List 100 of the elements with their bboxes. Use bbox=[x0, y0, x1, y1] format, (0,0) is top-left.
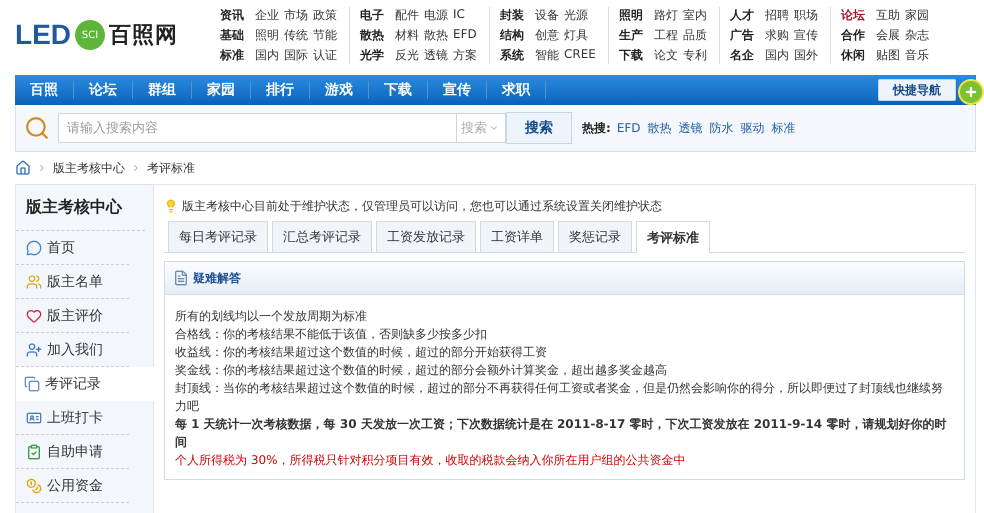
nav-item[interactable]: 论坛 bbox=[74, 81, 133, 99]
faq-text: 所有的划线均以一个发放周期为标准 bbox=[175, 308, 368, 325]
sidebar-item[interactable]: 上班打卡 bbox=[16, 401, 129, 435]
header-link[interactable]: 国内 bbox=[255, 46, 279, 64]
plus-icon[interactable] bbox=[958, 79, 984, 105]
header-link[interactable]: 透镜 bbox=[424, 46, 448, 64]
header-link[interactable]: IC bbox=[453, 6, 465, 24]
search-button[interactable]: 搜索 bbox=[506, 112, 572, 144]
category-link[interactable]: 系统 bbox=[500, 46, 524, 64]
nav-item[interactable]: 家园 bbox=[192, 81, 251, 99]
header-link[interactable]: 招聘 bbox=[764, 6, 789, 24]
category-link[interactable]: 人才 bbox=[730, 6, 754, 24]
header-link[interactable]: EFD bbox=[453, 26, 477, 44]
header-link[interactable]: 国内 bbox=[764, 46, 789, 64]
category-link[interactable]: 资讯 bbox=[220, 6, 244, 24]
nav-item[interactable]: 宣传 bbox=[428, 81, 487, 99]
tab[interactable]: 考评标准 bbox=[636, 221, 710, 253]
header-link[interactable]: 照明 bbox=[255, 26, 279, 44]
sidebar-item[interactable]: 考评记录 bbox=[16, 367, 154, 401]
hot-search-label: 热搜: bbox=[582, 120, 611, 136]
nav-item[interactable]: 下载 bbox=[369, 81, 428, 99]
header-link[interactable]: 市场 bbox=[284, 6, 308, 24]
hot-search-link[interactable]: 防水 bbox=[710, 120, 734, 136]
header-link[interactable]: 室内 bbox=[682, 6, 707, 24]
header-link[interactable]: 灯具 bbox=[564, 26, 588, 44]
sidebar-item[interactable]: 首页 bbox=[16, 231, 129, 265]
sidebar-item[interactable]: 自助申请 bbox=[16, 435, 129, 469]
notice-text: 版主考核中心目前处于维护状态，仅管理员可以访问，您也可以通过系统设置关闭维护状态 bbox=[182, 198, 662, 214]
tab[interactable]: 工资详单 bbox=[480, 221, 554, 252]
nav-item[interactable]: 百照 bbox=[15, 81, 74, 99]
tab[interactable]: 汇总考评记录 bbox=[272, 221, 372, 252]
header-link[interactable]: 品质 bbox=[682, 26, 707, 44]
header-link[interactable]: 路灯 bbox=[654, 6, 678, 24]
category-link[interactable]: 标准 bbox=[220, 46, 244, 64]
breadcrumb-link[interactable]: 考评标准 bbox=[147, 160, 195, 176]
header-link[interactable]: 工程 bbox=[654, 26, 678, 44]
nav-item[interactable]: 求职 bbox=[487, 81, 546, 99]
header-link[interactable]: 智能 bbox=[535, 46, 559, 64]
header-link[interactable]: 电源 bbox=[424, 6, 448, 24]
header-link[interactable]: 家园 bbox=[904, 6, 929, 24]
header-link[interactable]: 国际 bbox=[284, 46, 308, 64]
header-link[interactable]: 国外 bbox=[794, 46, 818, 64]
category-link[interactable]: 电子 bbox=[360, 6, 384, 24]
tab[interactable]: 工资发放记录 bbox=[376, 221, 476, 252]
hot-search-link[interactable]: EFD bbox=[616, 121, 641, 135]
header-link[interactable]: 宣传 bbox=[794, 26, 818, 44]
category-link[interactable]: 合作 bbox=[840, 26, 865, 44]
header-link[interactable]: 传统 bbox=[284, 26, 308, 44]
site-name: 百照网 bbox=[109, 22, 178, 50]
category-link[interactable]: 下载 bbox=[618, 46, 643, 64]
quick-nav-button[interactable]: 快捷导航 bbox=[878, 79, 956, 101]
header-link[interactable]: 企业 bbox=[255, 6, 279, 24]
sidebar-item[interactable]: 公用资金 bbox=[16, 469, 129, 503]
category-link[interactable]: 照明 bbox=[618, 6, 643, 24]
header-link[interactable]: 政策 bbox=[313, 6, 337, 24]
nav-item[interactable]: 排行 bbox=[251, 81, 310, 99]
header-link[interactable]: 创意 bbox=[535, 26, 559, 44]
lightbulb-icon bbox=[164, 199, 178, 213]
header-link[interactable]: 反光 bbox=[395, 46, 419, 64]
hot-search-link[interactable]: 透镜 bbox=[678, 120, 703, 136]
category-link[interactable]: 基础 bbox=[220, 26, 244, 44]
header-link[interactable]: CREE bbox=[564, 46, 596, 64]
header-link[interactable]: 求购 bbox=[764, 26, 789, 44]
nav-item[interactable]: 游戏 bbox=[310, 81, 369, 99]
header-link[interactable]: 贴图 bbox=[876, 46, 900, 64]
category-link[interactable]: 封装 bbox=[500, 6, 524, 24]
category-link[interactable]: 光学 bbox=[360, 46, 384, 64]
nav-item[interactable]: 群组 bbox=[133, 81, 192, 99]
header-link[interactable]: 散热 bbox=[424, 26, 448, 44]
header-link[interactable]: 配件 bbox=[395, 6, 419, 24]
header-link[interactable]: 方案 bbox=[453, 46, 477, 64]
tab[interactable]: 奖惩记录 bbox=[558, 221, 632, 252]
header-link[interactable]: 专利 bbox=[682, 46, 707, 64]
category-link[interactable]: 名企 bbox=[730, 46, 754, 64]
header-link[interactable]: 杂志 bbox=[904, 26, 929, 44]
header-link[interactable]: 音乐 bbox=[904, 46, 929, 64]
category-link[interactable]: 广告 bbox=[730, 26, 754, 44]
category-link[interactable]: 散热 bbox=[360, 26, 384, 44]
header-link[interactable]: 材料 bbox=[395, 26, 419, 44]
search-field[interactable]: 请输入搜索内容 bbox=[58, 113, 456, 143]
category-link[interactable]: 休闲 bbox=[840, 46, 865, 64]
header-link[interactable]: 节能 bbox=[313, 26, 337, 44]
sidebar-item[interactable]: 版主名单 bbox=[16, 265, 129, 299]
header-link[interactable]: 会展 bbox=[876, 26, 900, 44]
header-link[interactable]: 设备 bbox=[535, 6, 559, 24]
category-link[interactable]: 论坛 bbox=[840, 6, 865, 24]
category-link[interactable]: 结构 bbox=[500, 26, 524, 44]
tab[interactable]: 每日考评记录 bbox=[168, 221, 268, 252]
category-link[interactable]: 生产 bbox=[618, 26, 643, 44]
hot-search-link[interactable]: 标准 bbox=[772, 120, 796, 136]
sidebar-item[interactable]: 版主评价 bbox=[16, 299, 129, 333]
hot-search-link[interactable]: 驱动 bbox=[740, 120, 765, 136]
header-link[interactable]: 认证 bbox=[313, 46, 337, 64]
header-link[interactable]: 职场 bbox=[794, 6, 818, 24]
header-link[interactable]: 论文 bbox=[654, 46, 678, 64]
home-icon[interactable] bbox=[15, 160, 31, 176]
header-link[interactable]: 光源 bbox=[564, 6, 588, 24]
breadcrumb-link[interactable]: 版主考核中心 bbox=[53, 160, 125, 176]
header-link[interactable]: 互助 bbox=[876, 6, 900, 24]
hot-search-link[interactable]: 散热 bbox=[648, 120, 672, 136]
